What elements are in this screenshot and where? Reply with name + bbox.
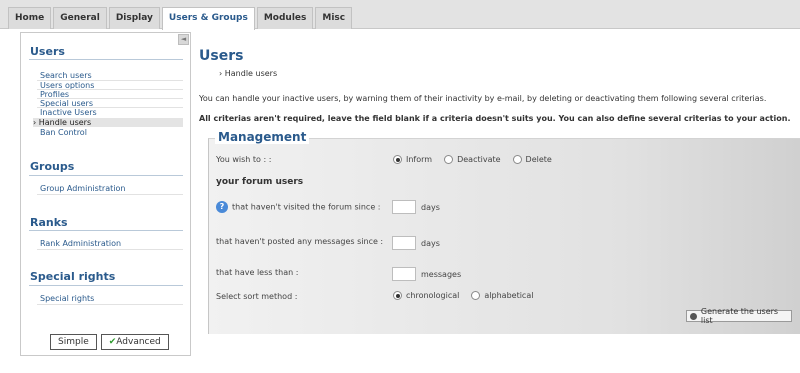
messages-unit: messages [421,270,462,279]
sidebar-item-inactive-users[interactable]: Inactive Users [40,108,97,117]
messages-count-input[interactable] [392,267,416,281]
simple-button[interactable]: Simple [50,334,97,350]
panel-title: Management [215,130,310,144]
days-unit: days [421,203,440,212]
divider [37,194,183,195]
days-unit: days [421,239,440,248]
sidebar-item-handle-users[interactable]: › Handle users [33,118,183,127]
intro-text: You can handle your inactive users, by w… [199,94,767,103]
sort-label: Select sort method : [216,292,298,301]
chevron-right-icon: › [33,118,37,127]
sort-option-chronological[interactable]: chronological [393,291,459,300]
divider [29,230,183,231]
criteria-label-not-posted: that haven't posted any messages since : [216,237,384,246]
sidebar-heading-ranks: Ranks [30,216,68,229]
tab-general[interactable]: General [53,7,107,29]
criteria-label-less-than: that have less than : [216,268,299,277]
radio-label: alphabetical [484,291,534,300]
sidebar-item-group-administration[interactable]: Group Administration [40,184,125,193]
breadcrumb-label: Handle users [224,69,278,78]
tab-home[interactable]: Home [8,7,52,29]
sidebar-item-search-users[interactable]: Search users [40,71,92,80]
radio-label: Delete [525,155,552,164]
breadcrumb: › Handle users [219,69,277,78]
days-not-visited-input[interactable] [392,200,416,214]
action-option-deactivate[interactable]: Deactivate [444,155,501,164]
sidebar-item-special-rights[interactable]: Special rights [40,294,94,303]
radio-icon[interactable] [393,155,402,164]
divider [29,59,183,60]
help-icon[interactable]: ? [216,201,228,213]
criteria-label-not-visited: ? that haven't visited the forum since : [216,201,386,213]
tab-misc[interactable]: Misc [315,7,353,29]
action-option-delete[interactable]: Delete [512,155,552,164]
days-not-posted-input[interactable] [392,236,416,250]
wish-label: You wish to : : [216,155,272,164]
divider [37,304,183,305]
sidebar-item-label: Handle users [38,118,92,127]
sidebar-heading-groups: Groups [30,160,75,173]
collapse-arrow-icon[interactable]: ◄ [178,34,189,45]
advanced-label: Advanced [116,337,161,347]
management-panel [208,138,800,334]
radio-icon[interactable] [471,291,481,300]
radio-icon[interactable] [512,155,522,164]
sort-radio-group: chronological alphabetical [393,291,545,300]
button-bullet-icon [690,312,697,320]
action-option-inform[interactable]: Inform [393,155,432,164]
radio-label: Deactivate [457,155,501,164]
sidebar-item-rank-administration[interactable]: Rank Administration [40,239,121,248]
divider [37,249,183,250]
tab-list: Home General Display Users & Groups Modu… [8,7,354,30]
criteria-note: All criterias aren't required, leave the… [199,114,791,123]
action-radio-group: Inform Deactivate Delete [393,155,564,164]
chevron-right-icon: › [219,69,223,78]
generate-label: Generate the users list [700,307,779,325]
criteria-label-text: that haven't visited the forum since : [232,202,381,212]
generate-users-list-button[interactable]: Generate the users list [686,307,792,325]
sidebar-heading-special-rights: Special rights [30,270,116,283]
advanced-button[interactable]: ✔Advanced [100,334,169,350]
divider [29,175,183,176]
sort-option-alphabetical[interactable]: alphabetical [471,291,533,300]
tab-display[interactable]: Display [108,7,160,29]
sidebar-heading-users: Users [30,45,65,58]
radio-label: chronological [406,291,460,300]
page-title: Users [199,48,244,64]
mode-switch: Simple ✔Advanced [50,334,173,350]
radio-icon[interactable] [393,291,402,300]
radio-label: Inform [406,155,433,164]
tab-users-groups[interactable]: Users & Groups [161,7,255,30]
sidebar: ◄ Users Search users Users options Profi… [20,32,191,356]
divider [29,285,183,286]
tab-modules[interactable]: Modules [256,7,314,29]
forum-users-heading: your forum users [216,177,304,187]
top-tab-bar: Home General Display Users & Groups Modu… [0,0,800,30]
radio-icon[interactable] [444,155,454,164]
sidebar-item-ban-control[interactable]: Ban Control [40,128,87,137]
